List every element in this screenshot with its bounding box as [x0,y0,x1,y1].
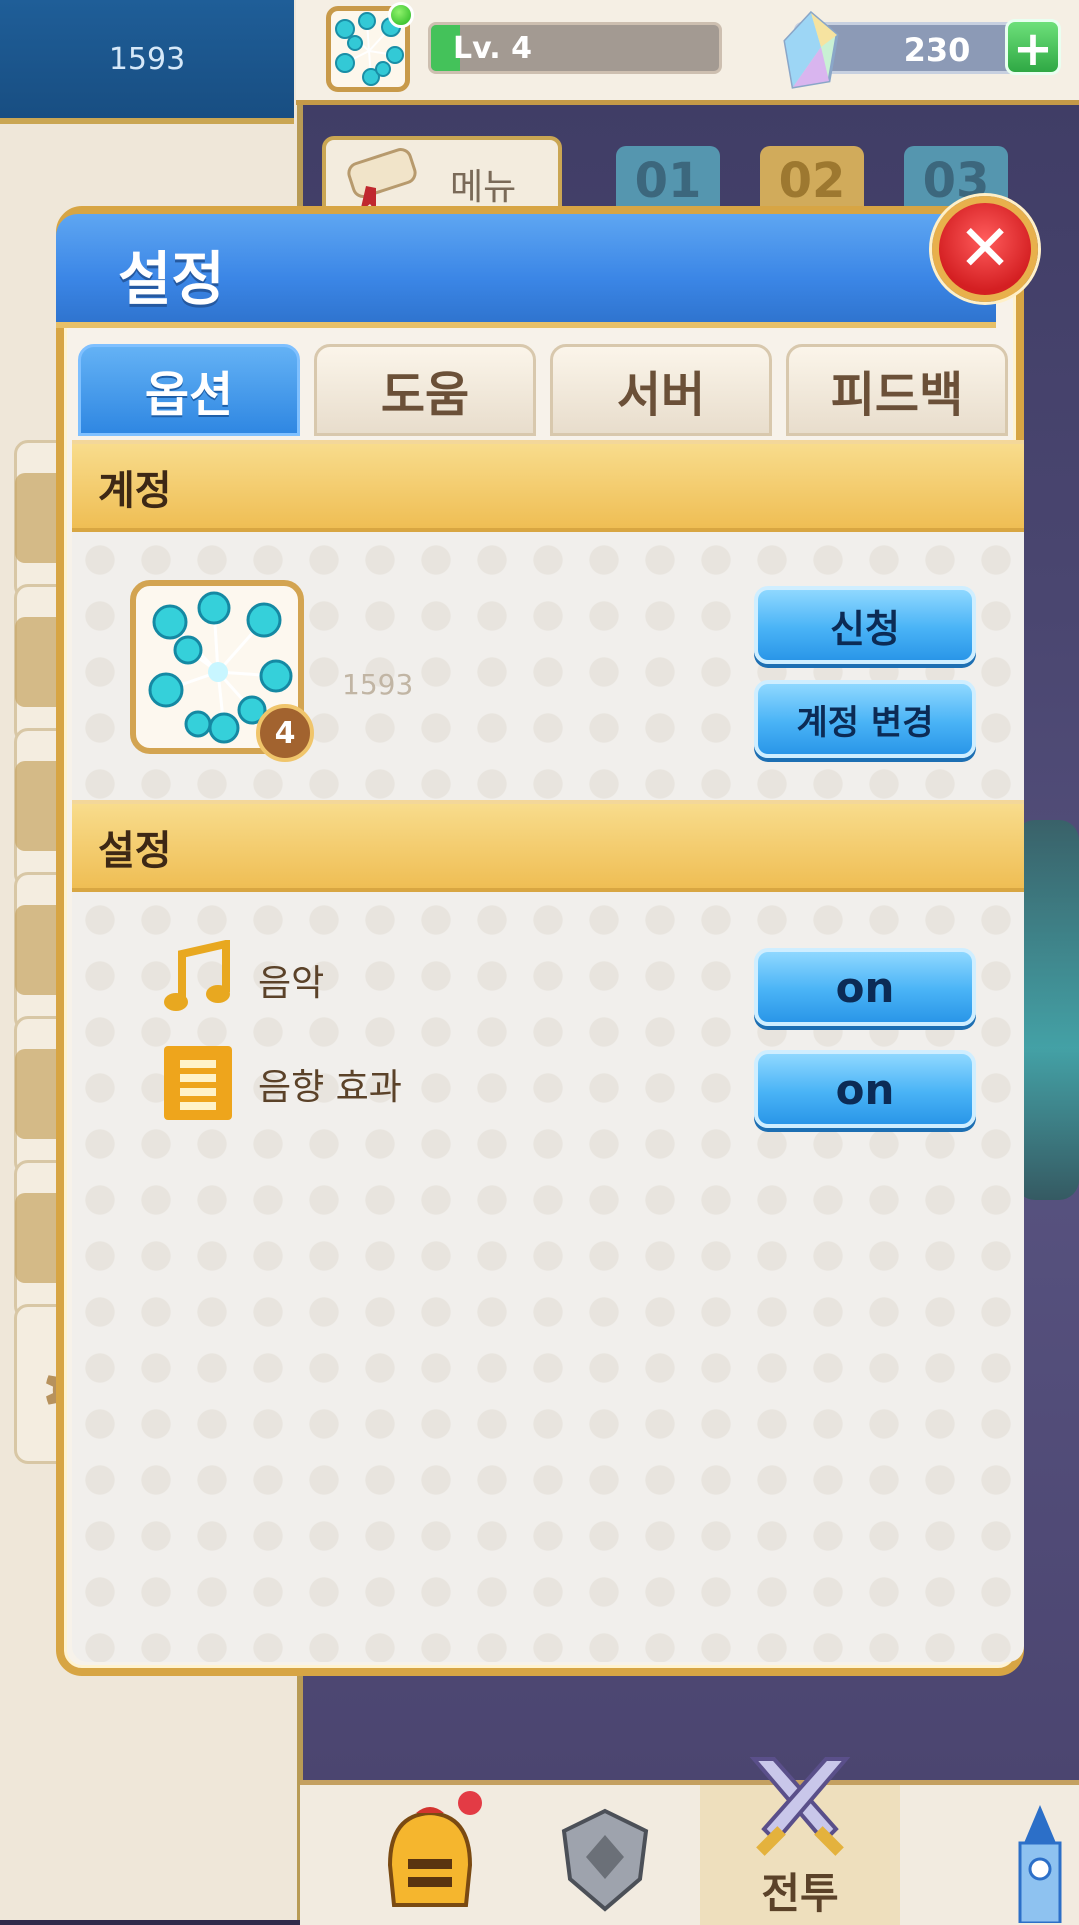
account-player-name: 1593 [342,668,414,701]
change-account-button[interactable]: 계정 변경 [754,680,976,758]
gem-count: 230 [903,31,971,69]
sfx-toggle-button[interactable]: on [754,1050,976,1128]
settings-modal: 설정 옵션 도움 서버 피드백 계정 4 1593 신청 계정 변경 설정 음악… [56,206,1024,1676]
gem-counter: 230 + [783,11,1061,89]
top-hud: Lv. 4 230 + [296,0,1079,105]
account-level-badge: 4 [256,704,314,762]
close-button[interactable]: ✕ [932,196,1038,302]
sfx-label: 음향 효과 [258,1067,402,1108]
nav-guild[interactable] [500,1785,700,1925]
music-note-icon [162,938,234,1016]
bottom-navigation: 전투 [300,1757,1079,1925]
apply-button[interactable]: 신청 [754,586,976,664]
settings-section-header: 설정 [72,800,1024,892]
shield-emblem-icon [561,1808,649,1912]
castle-icon [1018,1805,1062,1923]
account-section-title: 계정 [98,468,172,514]
menu-label: 메뉴 [450,167,517,208]
settings-section-title: 설정 [98,828,172,874]
tab-help[interactable]: 도움 [314,344,536,436]
music-label: 음악 [258,963,325,1004]
sidebar-header-value: 1593 [0,0,294,124]
tab-options[interactable]: 옵션 [78,344,300,436]
nav-battle-label: 전투 [761,1869,839,1918]
nav-battle[interactable]: 전투 [700,1757,900,1925]
modal-title: 설정 [118,245,225,313]
tab-bar: 옵션 도움 서버 피드백 [78,344,1014,436]
level-progress-bar: Lv. 4 [428,22,722,74]
sound-effect-icon [162,1044,234,1120]
gem-icon [783,11,839,89]
music-toggle-button[interactable]: on [754,948,976,1026]
account-section-header: 계정 [72,440,1024,532]
background-glow [1015,820,1079,1200]
tab-server[interactable]: 서버 [550,344,772,436]
nav-hero[interactable] [300,1785,500,1925]
level-text: Lv. 4 [453,31,532,66]
helmet-icon [387,1807,473,1907]
modal-header: 설정 [56,214,996,328]
nav-castle[interactable] [900,1785,1079,1925]
tab-feedback[interactable]: 피드백 [786,344,1008,436]
notification-dot [458,1791,482,1815]
crossed-swords-icon [749,1757,851,1856]
add-gems-button[interactable]: + [1005,19,1061,76]
online-status-icon [388,2,414,28]
